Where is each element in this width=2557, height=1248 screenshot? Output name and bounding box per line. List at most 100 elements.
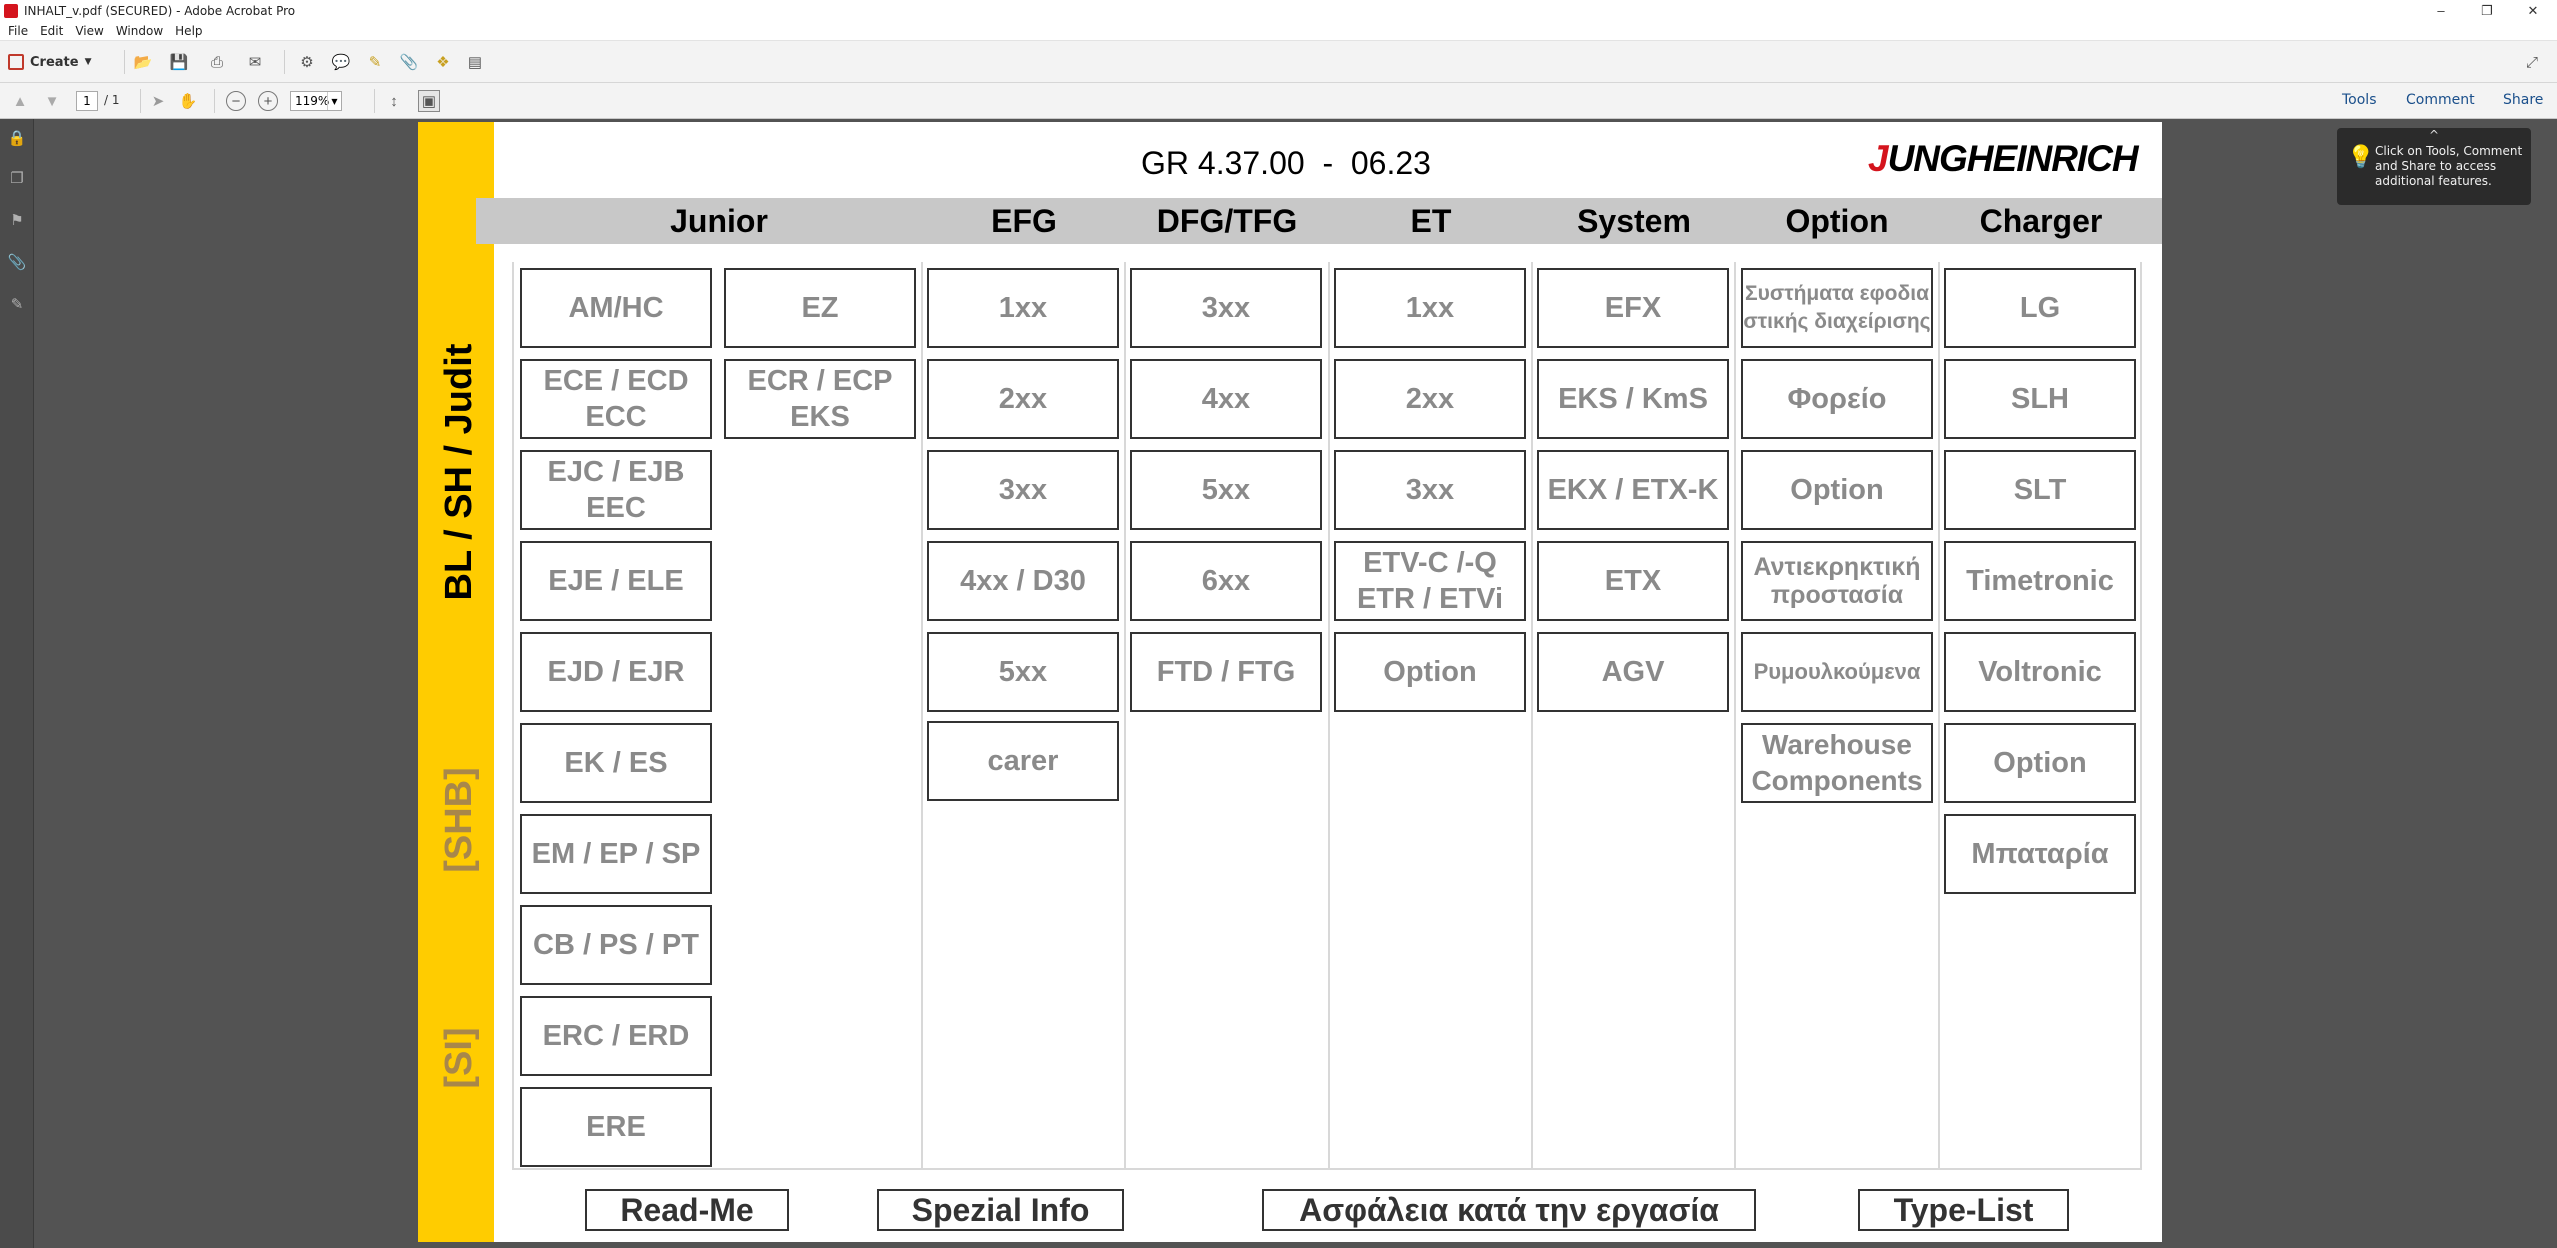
cell-charger-option[interactable]: Option	[1944, 723, 2136, 803]
side-label-si[interactable]: [SI]	[438, 998, 480, 1118]
cell-ejc-ejb-eec[interactable]: EJC / EJB EEC	[520, 450, 712, 530]
menu-edit[interactable]: Edit	[40, 24, 63, 38]
cell-et-2xx[interactable]: 2xx	[1334, 359, 1526, 439]
cell-system-eks-kms[interactable]: EKS / KmS	[1537, 359, 1729, 439]
cell-efg-1xx[interactable]: 1xx	[927, 268, 1119, 348]
cell-eje-ele[interactable]: EJE / ELE	[520, 541, 712, 621]
read-me-button[interactable]: Read-Me	[585, 1189, 789, 1231]
cell-efg-4xx-d30[interactable]: 4xx / D30	[927, 541, 1119, 621]
cell-option-logistics[interactable]: Συστήματα εφοδια στικής διαχείρισης	[1741, 268, 1933, 348]
cell-system-efx[interactable]: EFX	[1537, 268, 1729, 348]
cell-option-option[interactable]: Option	[1741, 450, 1933, 530]
form-icon[interactable]: ▤	[464, 51, 486, 73]
print-icon[interactable]: ⎙	[206, 51, 228, 73]
create-button[interactable]: Create ▼	[8, 50, 92, 74]
email-icon[interactable]: ✉	[244, 51, 266, 73]
cell-dfg-5xx[interactable]: 5xx	[1130, 450, 1322, 530]
pages-icon[interactable]: ❐	[9, 169, 25, 187]
cell-et-1xx[interactable]: 1xx	[1334, 268, 1526, 348]
cell-ek-es[interactable]: EK / ES	[520, 723, 712, 803]
cell-ece-ecd-ecc[interactable]: ECE / ECD ECC	[520, 359, 712, 439]
restore-button[interactable]: ❐	[2464, 0, 2510, 21]
cell-ejd-ejr[interactable]: EJD / EJR	[520, 632, 712, 712]
column-header-efg: EFG	[991, 202, 1057, 239]
cell-charger-voltronic[interactable]: Voltronic	[1944, 632, 2136, 712]
cell-charger-battery[interactable]: Μπαταρία	[1944, 814, 2136, 894]
cell-cb-ps-pt[interactable]: CB / PS / PT	[520, 905, 712, 985]
menu-view[interactable]: View	[75, 24, 103, 38]
hand-icon[interactable]: ✋	[178, 91, 198, 111]
comment-icon[interactable]: 💬	[330, 51, 352, 73]
save-icon[interactable]: 💾	[168, 51, 190, 73]
fit-width-icon[interactable]: ▣	[418, 90, 440, 112]
side-label-shb[interactable]: [SHB]	[438, 740, 480, 900]
open-icon[interactable]: 📂	[132, 51, 154, 73]
select-icon[interactable]: ➤	[148, 91, 168, 111]
cell-am-hc[interactable]: AM/HC	[520, 268, 712, 348]
cell-erc-erd[interactable]: ERC / ERD	[520, 996, 712, 1076]
attachment-icon[interactable]: 📎	[8, 253, 27, 271]
chevron-down-icon: ▼	[327, 92, 341, 110]
cell-ecr-ecp-eks[interactable]: ECR / ECP EKS	[724, 359, 916, 439]
cell-et-3xx[interactable]: 3xx	[1334, 450, 1526, 530]
stamp-icon[interactable]: ❖	[432, 51, 454, 73]
cell-system-etx[interactable]: ETX	[1537, 541, 1729, 621]
lock-icon[interactable]: 🔒	[8, 129, 27, 147]
cell-option-warehouse-components[interactable]: Warehouse Components	[1741, 723, 1933, 803]
fit-page-icon[interactable]: ↕	[384, 91, 404, 111]
cell-et-option[interactable]: Option	[1334, 632, 1526, 712]
comment-link[interactable]: Comment	[2406, 92, 2475, 108]
cell-charger-slt[interactable]: SLT	[1944, 450, 2136, 530]
chevron-up-icon[interactable]: ^	[2429, 128, 2439, 143]
minimize-button[interactable]: –	[2418, 0, 2464, 21]
cell-charger-slh[interactable]: SLH	[1944, 359, 2136, 439]
zoom-value: 119%	[295, 94, 330, 108]
cell-dfg-6xx[interactable]: 6xx	[1130, 541, 1322, 621]
cell-dfg-4xx[interactable]: 4xx	[1130, 359, 1322, 439]
cell-dfg-3xx[interactable]: 3xx	[1130, 268, 1322, 348]
tools-link[interactable]: Tools	[2342, 92, 2377, 108]
zoom-in-icon[interactable]: +	[258, 91, 278, 111]
side-label-bl-sh-judit[interactable]: BL / SH / Judit	[438, 312, 480, 632]
signature-icon[interactable]: ✎	[9, 295, 25, 313]
menu-help[interactable]: Help	[175, 24, 202, 38]
cell-et-etv-etr[interactable]: ETV-C /-Q ETR / ETVi	[1334, 541, 1526, 621]
cell-efg-3xx[interactable]: 3xx	[927, 450, 1119, 530]
cell-charger-timetronic[interactable]: Timetronic	[1944, 541, 2136, 621]
zoom-select[interactable]: 119% ▼	[290, 91, 342, 111]
attach-icon[interactable]: 📎	[398, 51, 420, 73]
menu-file[interactable]: File	[8, 24, 28, 38]
cell-ere[interactable]: ERE	[520, 1087, 712, 1167]
gear-icon[interactable]: ⚙	[296, 51, 318, 73]
page-number-input[interactable]: 1	[76, 91, 98, 111]
cell-efg-5xx[interactable]: 5xx	[927, 632, 1119, 712]
cell-option-foreio[interactable]: Φορείο	[1741, 359, 1933, 439]
menu-window[interactable]: Window	[116, 24, 163, 38]
cell-efg-carer[interactable]: carer	[927, 721, 1119, 801]
column-divider	[1734, 262, 1736, 1170]
create-label: Create	[30, 54, 79, 70]
share-link[interactable]: Share	[2503, 92, 2543, 108]
next-page-icon[interactable]: ▼	[42, 91, 62, 111]
divider	[214, 89, 215, 113]
cell-em-ep-sp[interactable]: EM / EP / SP	[520, 814, 712, 894]
cell-charger-lg[interactable]: LG	[1944, 268, 2136, 348]
highlight-icon[interactable]: ✎	[364, 51, 386, 73]
cell-ez[interactable]: EZ	[724, 268, 916, 348]
cell-system-agv[interactable]: AGV	[1537, 632, 1729, 712]
divider	[284, 50, 285, 74]
cell-option-trailers[interactable]: Ρυμουλκούμενα	[1741, 632, 1933, 712]
spezial-info-button[interactable]: Spezial Info	[877, 1189, 1124, 1231]
tools-tooltip: ^ 💡 Click on Tools, Comment and Share to…	[2337, 128, 2531, 205]
type-list-button[interactable]: Type-List	[1858, 1189, 2069, 1231]
cell-system-ekx-etx-k[interactable]: EKX / ETX-K	[1537, 450, 1729, 530]
close-button[interactable]: ✕	[2510, 0, 2556, 21]
previous-page-icon[interactable]: ▲	[10, 91, 30, 111]
work-safety-button[interactable]: Ασφάλεια κατά την εργασία	[1262, 1189, 1756, 1231]
bookmark-icon[interactable]: ⚑	[9, 211, 25, 229]
zoom-out-icon[interactable]: −	[226, 91, 246, 111]
expand-icon[interactable]: ⤢	[2521, 51, 2543, 73]
cell-dfg-ftd-ftg[interactable]: FTD / FTG	[1130, 632, 1322, 712]
cell-efg-2xx[interactable]: 2xx	[927, 359, 1119, 439]
cell-option-explosion-protection[interactable]: Αντιεκρηκτική προστασία	[1741, 541, 1933, 621]
